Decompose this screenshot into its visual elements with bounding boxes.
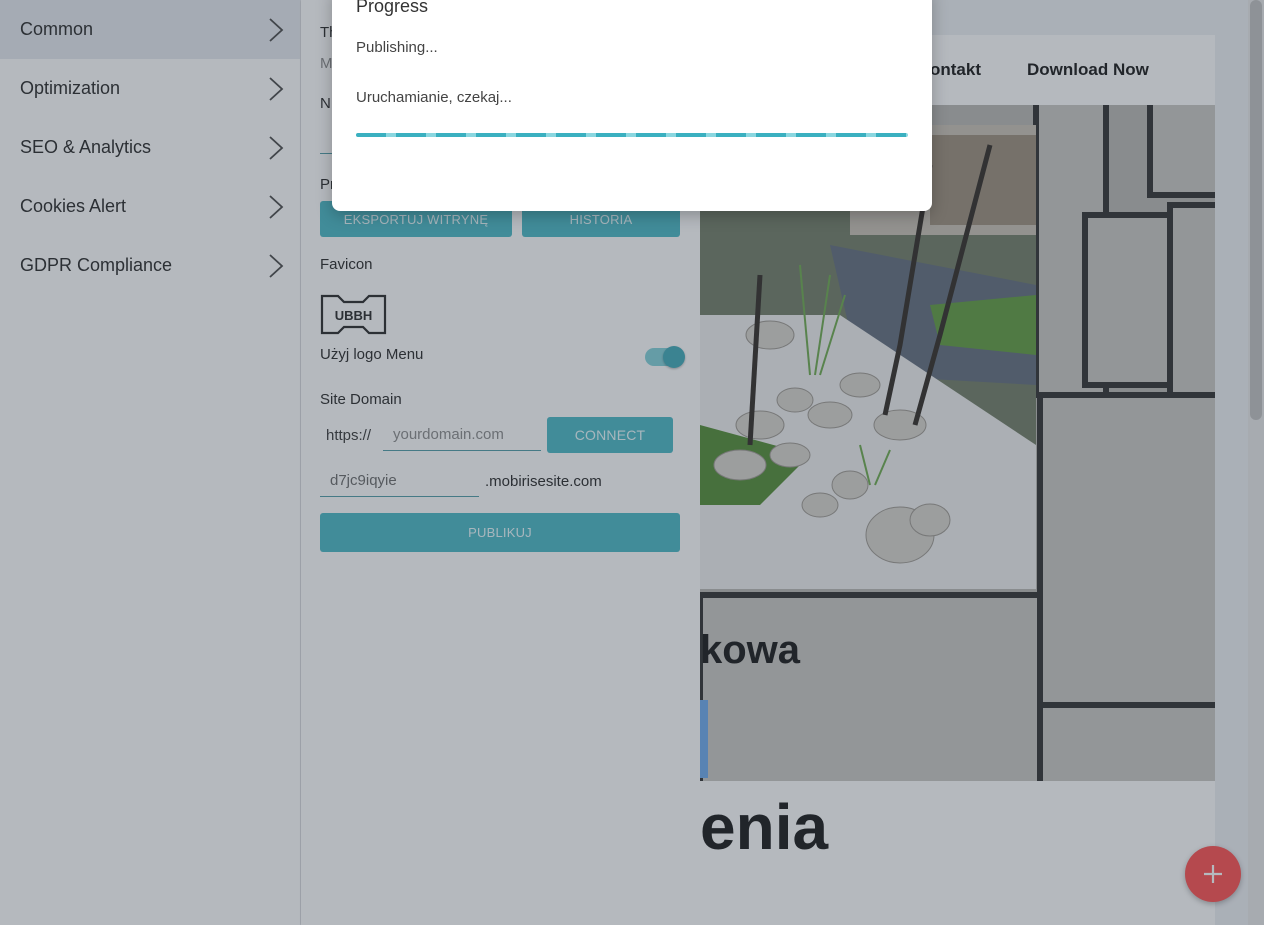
progress-dialog: Progress Publishing... Uruchamianie, cze… [332, 0, 932, 211]
dialog-title: Progress [356, 0, 429, 16]
progress-fill [356, 133, 908, 137]
dialog-message: Uruchamianie, czekaj... [356, 89, 512, 106]
publish-progress-bar [356, 133, 908, 137]
dialog-status-text: Publishing... [356, 39, 438, 56]
